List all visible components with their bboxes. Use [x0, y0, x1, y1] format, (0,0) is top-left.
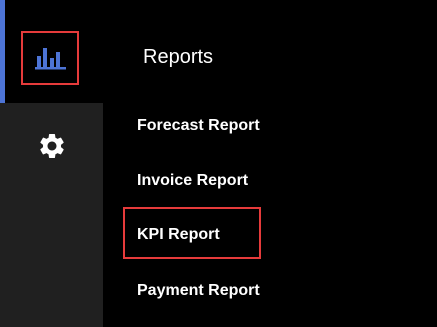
bar-chart-icon[interactable] [34, 46, 68, 70]
menu-item-payment-report[interactable]: Payment Report [137, 280, 260, 302]
reports-menu-title: Reports [143, 46, 214, 68]
gear-icon[interactable] [37, 131, 67, 161]
kpi-report-highlight [123, 207, 261, 259]
menu-item-invoice-report[interactable]: Invoice Report [137, 170, 248, 192]
menu-item-forecast-report[interactable]: Forecast Report [137, 115, 260, 137]
app-frame: Reports Forecast Report Invoice Report K… [0, 0, 437, 327]
